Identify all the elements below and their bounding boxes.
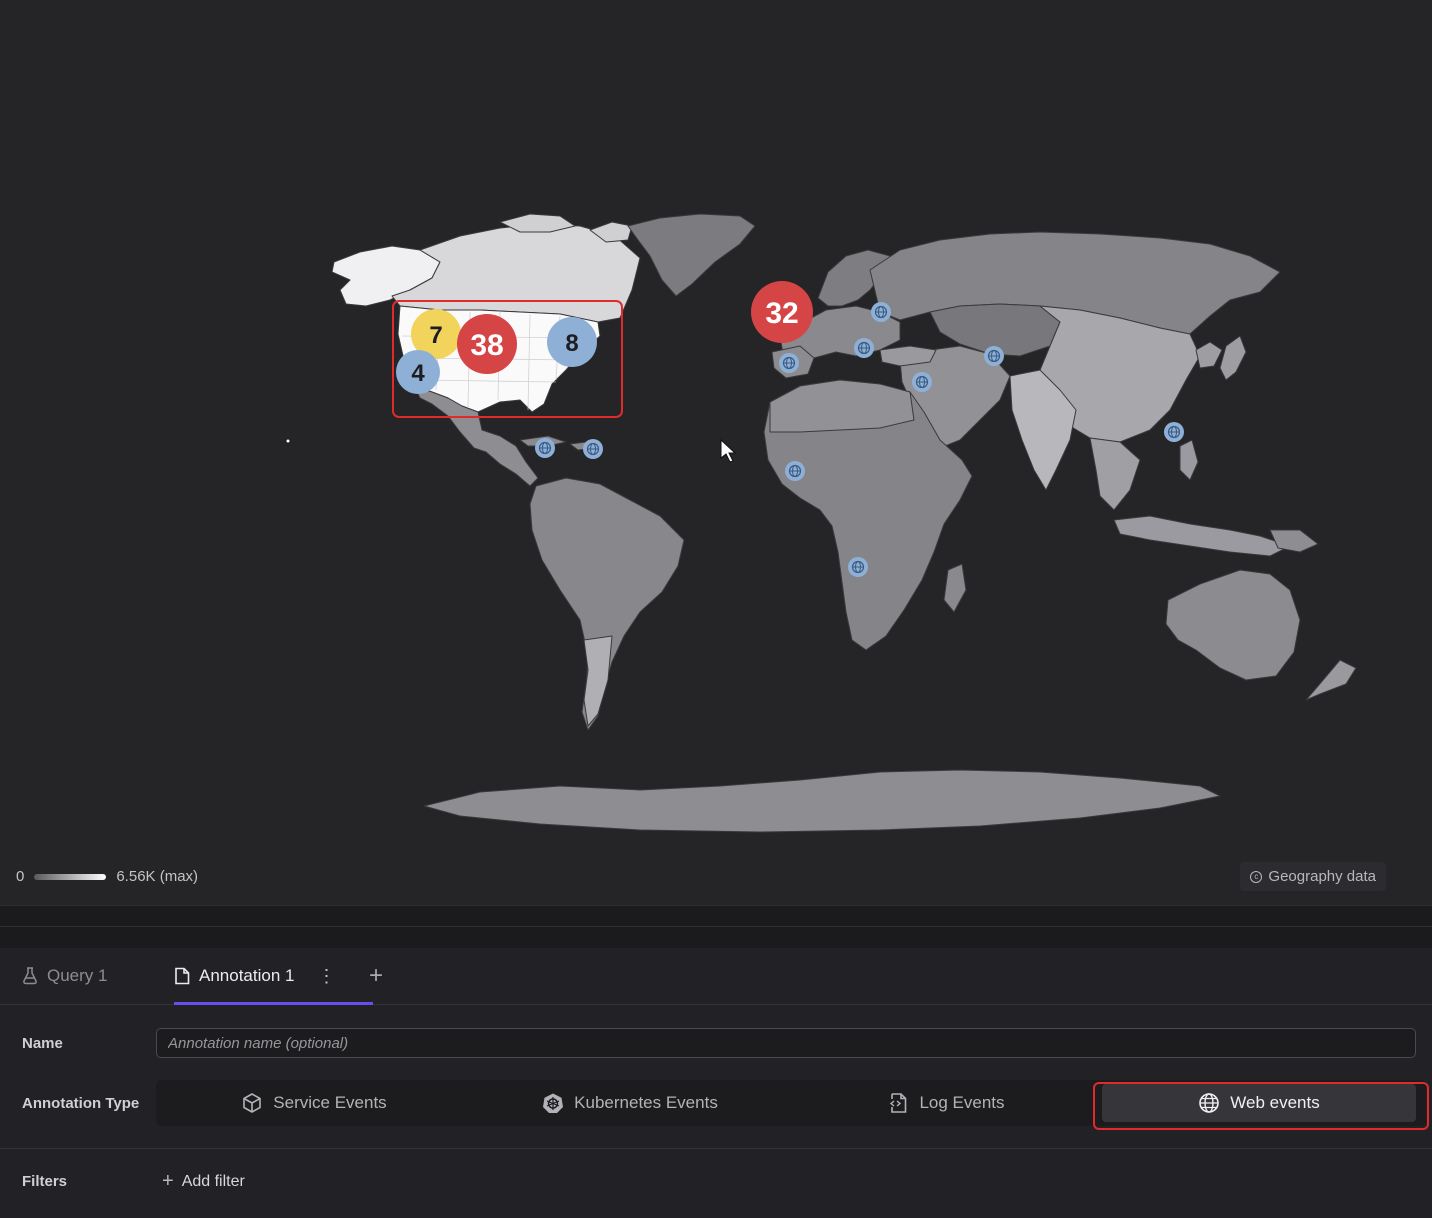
type-label: Kubernetes Events: [574, 1093, 718, 1112]
land-korea-japan: [1195, 341, 1223, 369]
annotation-editor: Query 1 Annotation 1 ⋮ + Name Annotation…: [0, 948, 1432, 1218]
land-patagonia: [583, 635, 613, 727]
attribution-button[interactable]: c Geography data: [1240, 862, 1386, 891]
cube-icon: [243, 1093, 262, 1113]
annotation-type-label: Annotation Type: [22, 1095, 140, 1112]
mouse-cursor: [720, 438, 737, 463]
type-kubernetes-events[interactable]: Kubernetes Events: [472, 1084, 788, 1122]
plus-icon: +: [162, 1170, 174, 1192]
land-new-zealand: [1305, 659, 1357, 701]
land-madagascar: [943, 563, 967, 613]
globe-icon[interactable]: [871, 302, 891, 322]
tab-query-1[interactable]: Query 1: [22, 948, 107, 1004]
cluster-us-east[interactable]: 8: [547, 317, 597, 367]
cluster-us-southwest[interactable]: 4: [396, 350, 440, 394]
document-icon: [175, 967, 190, 985]
log-file-icon: [890, 1093, 907, 1113]
globe-icon[interactable]: [785, 461, 805, 481]
tab-label: Annotation 1: [199, 966, 295, 985]
type-label: Log Events: [919, 1093, 1005, 1112]
land-indonesia: [1113, 515, 1291, 557]
world-map[interactable]: 7 4 38 8 32: [0, 0, 1432, 905]
globe-icon[interactable]: [779, 353, 799, 373]
cluster-label: 4: [411, 360, 425, 387]
type-web-events[interactable]: Web events: [1102, 1084, 1416, 1122]
map-panel: 7 4 38 8 32 0 6.56K (max) c Geography da…: [0, 0, 1432, 905]
land-greenland: [627, 213, 756, 297]
land-australia: [1165, 569, 1301, 681]
tab-annotation-1[interactable]: Annotation 1 ⋮: [174, 948, 375, 1005]
legend-min: 0: [16, 868, 25, 885]
globe-icon[interactable]: [583, 439, 603, 459]
globe-icon[interactable]: [848, 557, 868, 577]
land-japan: [1219, 335, 1247, 381]
land-philippines: [1179, 439, 1199, 481]
globe-icon[interactable]: [854, 338, 874, 358]
query-tabs: Query 1 Annotation 1 ⋮ +: [0, 948, 1432, 1005]
type-label: Web events: [1230, 1093, 1320, 1112]
add-filter-label: Add filter: [181, 1172, 245, 1190]
copyright-icon: c: [1250, 870, 1263, 883]
section-divider: [0, 1148, 1432, 1149]
tab-label: Query 1: [47, 966, 108, 985]
land-north-africa: [769, 379, 915, 433]
cluster-us-central[interactable]: 38: [457, 314, 517, 374]
globe-icon[interactable]: [1164, 422, 1184, 442]
legend-max: 6.56K (max): [116, 868, 199, 885]
land-antarctica: [423, 769, 1221, 833]
attribution-label: Geography data: [1268, 868, 1376, 885]
kubernetes-icon: [543, 1093, 564, 1113]
type-service-events[interactable]: Service Events: [156, 1084, 472, 1122]
type-label: Service Events: [273, 1093, 387, 1112]
globe-icon[interactable]: [984, 346, 1004, 366]
add-filter-button[interactable]: + Add filter: [162, 1170, 245, 1193]
name-label: Name: [22, 1035, 63, 1052]
annotation-type-selector: Service Events Kubernetes Events Log Eve…: [156, 1080, 1426, 1126]
color-scale-legend: 0 6.56K (max): [16, 868, 198, 885]
globe-icon[interactable]: [912, 372, 932, 392]
land-se-asia: [1089, 437, 1141, 511]
cluster-western-europe[interactable]: 32: [751, 281, 813, 343]
cluster-label: 38: [470, 329, 503, 362]
type-log-events[interactable]: Log Events: [788, 1084, 1104, 1122]
globe-icon[interactable]: [535, 438, 555, 458]
more-options-icon[interactable]: ⋮: [317, 966, 335, 987]
legend-gradient-bar: [34, 873, 107, 880]
land-south-america: [529, 477, 685, 731]
cluster-label: 7: [429, 322, 442, 349]
cluster-label: 8: [565, 330, 578, 357]
panel-divider[interactable]: [0, 905, 1432, 949]
flask-icon: [23, 967, 37, 985]
annotation-name-input[interactable]: [156, 1028, 1416, 1058]
add-tab-button[interactable]: +: [366, 962, 386, 990]
cluster-label: 32: [765, 297, 798, 330]
filters-label: Filters: [22, 1173, 68, 1190]
globe-icon: [1199, 1093, 1220, 1113]
